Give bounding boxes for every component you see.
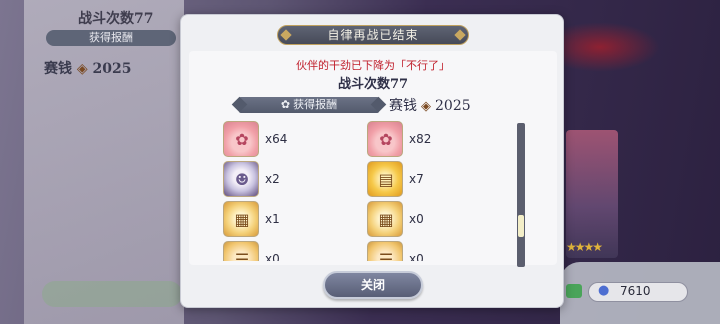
reward-item[interactable]: ☰ x0: [367, 241, 517, 261]
background-green-indicator: [566, 284, 582, 298]
reward-item[interactable]: ☰ x0: [223, 241, 373, 261]
item-quantity: x82: [409, 132, 432, 146]
pink-food-icon: ✿: [223, 121, 259, 157]
reward-item[interactable]: ▦ x1: [223, 201, 373, 237]
background-button: [42, 281, 182, 307]
coins-display: 赛钱 ◈ 2025: [389, 95, 471, 115]
background-coins-value: 2025: [92, 61, 132, 77]
scroll-icon: ☰: [223, 241, 259, 261]
background-coins-label: 赛钱: [44, 61, 72, 77]
item-quantity: x2: [265, 172, 280, 186]
reward-item[interactable]: ▤ x7: [367, 161, 517, 197]
droplet-icon: ●: [598, 283, 610, 298]
reward-item[interactable]: ▦ x0: [367, 201, 517, 237]
item-quantity: x0: [265, 252, 280, 261]
background-coins: 赛钱 ◈ 2025: [44, 58, 132, 78]
reward-item[interactable]: ☻ x2: [223, 161, 373, 197]
result-dialog: 自律再战已结束 伙伴的干劲已下降为「不行了」 战斗次数77 ✿ 获得报酬 赛钱 ◈ 2…: [180, 14, 564, 308]
money-bag-icon: ◈: [76, 61, 88, 77]
background-gauge-value: 7610: [620, 284, 651, 298]
background-result-panel: [24, 0, 184, 324]
item-quantity: x0: [409, 212, 424, 226]
reward-item[interactable]: ✿ x64: [223, 121, 373, 157]
dialog-title: 自律再战已结束: [277, 25, 469, 45]
item-quantity: x64: [265, 132, 288, 146]
battle-count: 战斗次数77: [337, 77, 409, 92]
pink-food-icon: ✿: [367, 121, 403, 157]
item-quantity: x1: [265, 212, 280, 226]
gold-tile-icon: ▦: [223, 201, 259, 237]
background-battle-count: 战斗次数77: [78, 11, 154, 27]
character-portrait-icon: ☻: [223, 161, 259, 197]
flower-icon: ✿: [280, 98, 291, 111]
background-star-rating: ★★★★: [566, 240, 603, 254]
coins-label: 赛钱: [389, 98, 417, 114]
coins-value: 2025: [435, 98, 471, 114]
reward-ribbon: ✿ 获得报酬: [239, 97, 379, 113]
morale-notice: 伙伴的干劲已下降为「不行了」: [296, 59, 450, 72]
scroll-icon: ☰: [367, 241, 403, 261]
close-button[interactable]: 关闭: [323, 271, 423, 299]
money-bag-icon: ◈: [421, 99, 431, 114]
gold-tile-icon: ▦: [367, 201, 403, 237]
background-character-card: [566, 130, 618, 258]
item-list-scrollbar[interactable]: [517, 123, 525, 267]
item-quantity: x0: [409, 252, 424, 261]
background-reward-label: 获得报酬: [89, 31, 133, 44]
reward-label: 获得报酬: [293, 98, 338, 111]
item-quantity: x7: [409, 172, 424, 186]
reward-item[interactable]: ✿ x82: [367, 121, 517, 157]
scrollbar-thumb[interactable]: [518, 215, 524, 237]
background-reward-ribbon: 获得报酬: [46, 30, 176, 46]
gold-ticket-icon: ▤: [367, 161, 403, 197]
